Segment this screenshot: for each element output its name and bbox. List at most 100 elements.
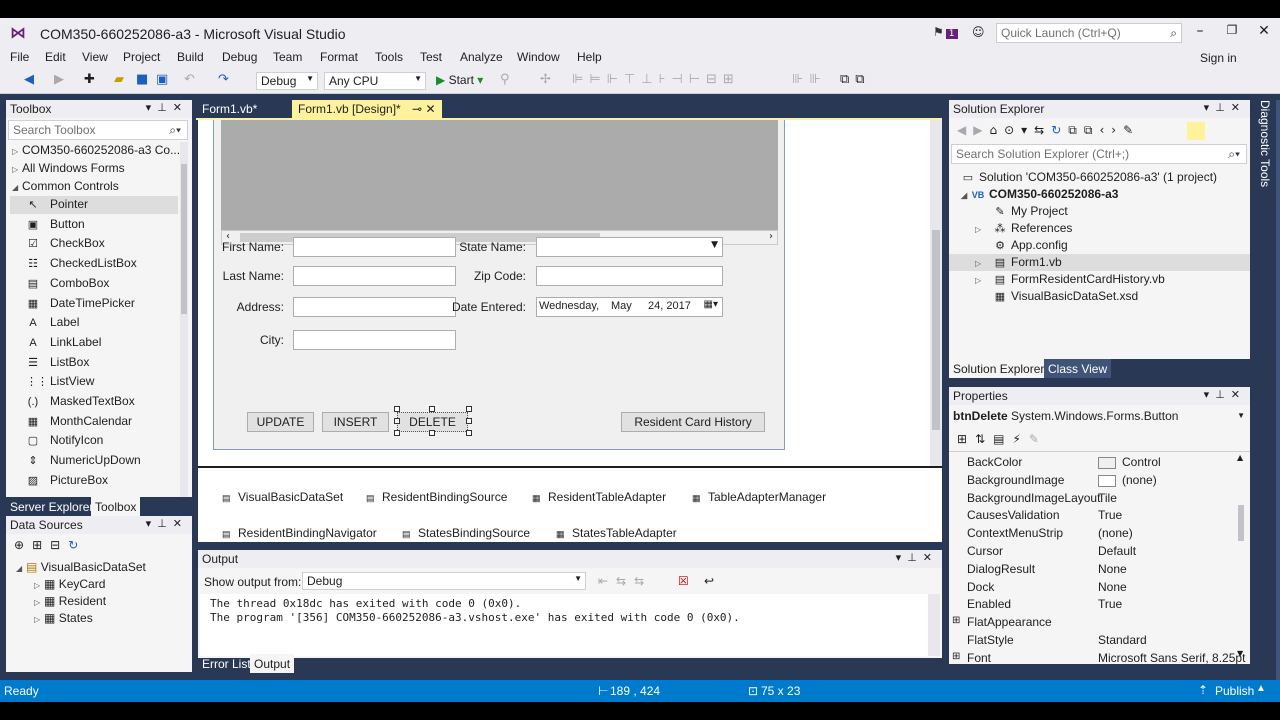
- scroll-right-icon[interactable]: ›: [769, 231, 773, 242]
- forward-icon[interactable]: ▶: [54, 72, 64, 88]
- find-icon[interactable]: ⚲: [500, 72, 510, 88]
- menu-tools[interactable]: Tools: [375, 50, 403, 64]
- tab-form1-vb[interactable]: Form1.vb*: [196, 100, 263, 118]
- solution-item[interactable]: ⚙ App.config: [993, 238, 1068, 252]
- toolbox-item-linklabel[interactable]: A LinkLabel: [26, 335, 101, 349]
- selection-handle[interactable]: [394, 430, 400, 436]
- menu-project[interactable]: Project: [123, 50, 160, 64]
- toolbox-search-input[interactable]: Search Toolbox ⌕▾: [8, 120, 188, 140]
- tray-item[interactable]: ▤ StatesBindingSource: [402, 526, 530, 540]
- insert-button[interactable]: INSERT: [322, 412, 389, 432]
- property-value[interactable]: Tile: [1098, 491, 1117, 505]
- expand-icon[interactable]: ⊞: [952, 615, 960, 626]
- property-value-wrap[interactable]: (none): [1098, 473, 1157, 487]
- toolbox-scrollbar[interactable]: [180, 142, 188, 497]
- save-all-icon[interactable]: ▣: [156, 72, 168, 88]
- property-value[interactable]: (none): [1098, 526, 1133, 540]
- new-project-icon[interactable]: ✚: [84, 72, 95, 88]
- collapse-all-icon[interactable]: ⧉: [1068, 123, 1084, 137]
- first-name-input[interactable]: [293, 237, 456, 257]
- property-row[interactable]: ContextMenuStrip (none): [950, 525, 1246, 543]
- property-row[interactable]: CausesValidation True: [950, 507, 1246, 525]
- view-code-icon[interactable]: ‹›: [1099, 123, 1123, 137]
- menu-edit[interactable]: Edit: [45, 50, 66, 64]
- calendar-dropdown-icon[interactable]: ▦▾: [704, 299, 718, 310]
- close-tab-icon[interactable]: ✕: [425, 102, 435, 116]
- property-row[interactable]: BackgroundImage (none): [950, 472, 1246, 490]
- solution-node[interactable]: ▭ Solution 'COM350-660252086-a3' (1 proje…: [961, 170, 1217, 184]
- solution-item[interactable]: ✎ My Project: [993, 204, 1067, 218]
- refresh-icon[interactable]: ↻: [1051, 123, 1068, 137]
- delete-button[interactable]: DELETE: [397, 412, 468, 432]
- sync-icon[interactable]: ⇆: [1034, 123, 1051, 137]
- publish-icon[interactable]: ⇡: [1198, 683, 1208, 697]
- property-row[interactable]: DialogResult None: [950, 561, 1246, 579]
- property-value-wrap[interactable]: Control: [1098, 455, 1161, 469]
- show-all-files-icon[interactable]: ⧉: [1084, 123, 1100, 137]
- open-file-icon[interactable]: ▰: [114, 72, 124, 88]
- solution-item[interactable]: ▷ ▤ FormResidentCardHistory.vb: [975, 272, 1165, 286]
- property-row[interactable]: FlatStyle Standard: [950, 632, 1246, 650]
- tab-error-list[interactable]: Error List: [198, 654, 255, 673]
- toolbox-item-notifyicon[interactable]: ▢ NotifyIcon: [26, 433, 104, 447]
- update-button[interactable]: UPDATE: [247, 412, 314, 432]
- redo-icon[interactable]: ↷: [218, 72, 229, 88]
- property-row[interactable]: Dock None: [950, 579, 1246, 597]
- toolbox-item-maskedtextbox[interactable]: (.) MaskedTextBox: [26, 394, 135, 408]
- property-value[interactable]: Default: [1098, 544, 1136, 558]
- toolbox-group[interactable]: ▷ All Windows Forms: [12, 161, 125, 175]
- alphabetical-icon[interactable]: ⇅: [975, 432, 993, 446]
- restore-button[interactable]: ❐: [1222, 23, 1242, 37]
- menu-team[interactable]: Team: [273, 50, 302, 64]
- breakpoint-icon[interactable]: ✢: [540, 72, 551, 88]
- panel-controls[interactable]: ▾⊥✕: [896, 551, 938, 564]
- toolbox-item-numericupdown[interactable]: ⇕ NumericUpDown: [26, 453, 140, 467]
- tray-item[interactable]: ▦ StatesTableAdapter: [556, 526, 677, 540]
- tab-form1-design[interactable]: Form1.vb [Design]* ⊸ ✕: [292, 100, 442, 118]
- menu-view[interactable]: View: [82, 50, 108, 64]
- menu-format[interactable]: Format: [320, 50, 358, 64]
- dataset-node[interactable]: ◢ ▤ VisualBasicDataSet: [16, 560, 146, 574]
- city-input[interactable]: [293, 330, 456, 350]
- edit-dataset-icon[interactable]: ⊞: [32, 538, 50, 552]
- pending-changes-icon[interactable]: ⊙▾: [1004, 123, 1034, 137]
- solution-item[interactable]: ▦ VisualBasicDataSet.xsd: [993, 289, 1138, 303]
- property-row[interactable]: BackColor Control: [950, 454, 1246, 472]
- toolbox-item-checkedlistbox[interactable]: ☷ CheckedListBox: [26, 256, 137, 270]
- tab-output[interactable]: Output: [250, 654, 295, 673]
- selection-handle[interactable]: [466, 418, 472, 424]
- save-icon[interactable]: ■: [136, 72, 148, 88]
- table-node[interactable]: ▷ ▦ KeyCard: [34, 577, 105, 591]
- resident-card-history-button[interactable]: Resident Card History: [621, 412, 765, 432]
- panel-controls[interactable]: ▾⊥✕: [1204, 388, 1246, 401]
- scrollbar-thumb[interactable]: [181, 164, 187, 314]
- diagnostic-tools-tab[interactable]: Diagnostic Tools: [1254, 100, 1274, 260]
- panel-controls[interactable]: ▾⊥✕: [1204, 101, 1246, 114]
- menu-help[interactable]: Help: [577, 50, 602, 64]
- properties-wrench-icon[interactable]: ✎: [1123, 123, 1140, 137]
- state-name-combobox[interactable]: ▼: [536, 237, 723, 257]
- menu-build[interactable]: Build: [177, 50, 204, 64]
- align-icons[interactable]: ⊫⊨⊩⊤⊥⊦⊣⊢⊟⊞: [572, 72, 740, 88]
- toolbox-item-listview[interactable]: ⋮⋮ ListView: [26, 374, 94, 388]
- pin-icon[interactable]: ⊸: [412, 102, 422, 116]
- tab-toolbox[interactable]: Toolbox: [91, 497, 141, 516]
- spacing-icons[interactable]: ⊪⊪: [792, 72, 827, 88]
- back-icon[interactable]: ◀▶: [957, 123, 989, 137]
- close-button[interactable]: ✕: [1254, 23, 1274, 39]
- property-pages-icon[interactable]: ✎: [1029, 432, 1047, 446]
- menu-test[interactable]: Test: [420, 50, 442, 64]
- tab-class-view[interactable]: Class View: [1044, 359, 1112, 378]
- property-value[interactable]: Standard: [1098, 633, 1147, 647]
- panel-controls[interactable]: ▾⊥✕: [146, 101, 188, 114]
- selection-handle[interactable]: [429, 406, 435, 412]
- toolbox-item-combobox[interactable]: ▤ ComboBox: [26, 276, 110, 290]
- property-value[interactable]: None: [1098, 580, 1127, 594]
- property-value[interactable]: Microsoft Sans Serif, 8.25pt: [1098, 651, 1245, 665]
- property-row[interactable]: ⊞ Font Microsoft Sans Serif, 8.25pt: [950, 650, 1246, 668]
- word-wrap-icon[interactable]: ↩: [704, 574, 714, 588]
- solution-item[interactable]: ▷ ▤ Form1.vb: [975, 255, 1062, 269]
- selection-handle[interactable]: [466, 430, 472, 436]
- platform-dropdown[interactable]: Any CPU ▼: [324, 72, 426, 90]
- property-row[interactable]: ⊞ FlatAppearance: [950, 614, 1246, 632]
